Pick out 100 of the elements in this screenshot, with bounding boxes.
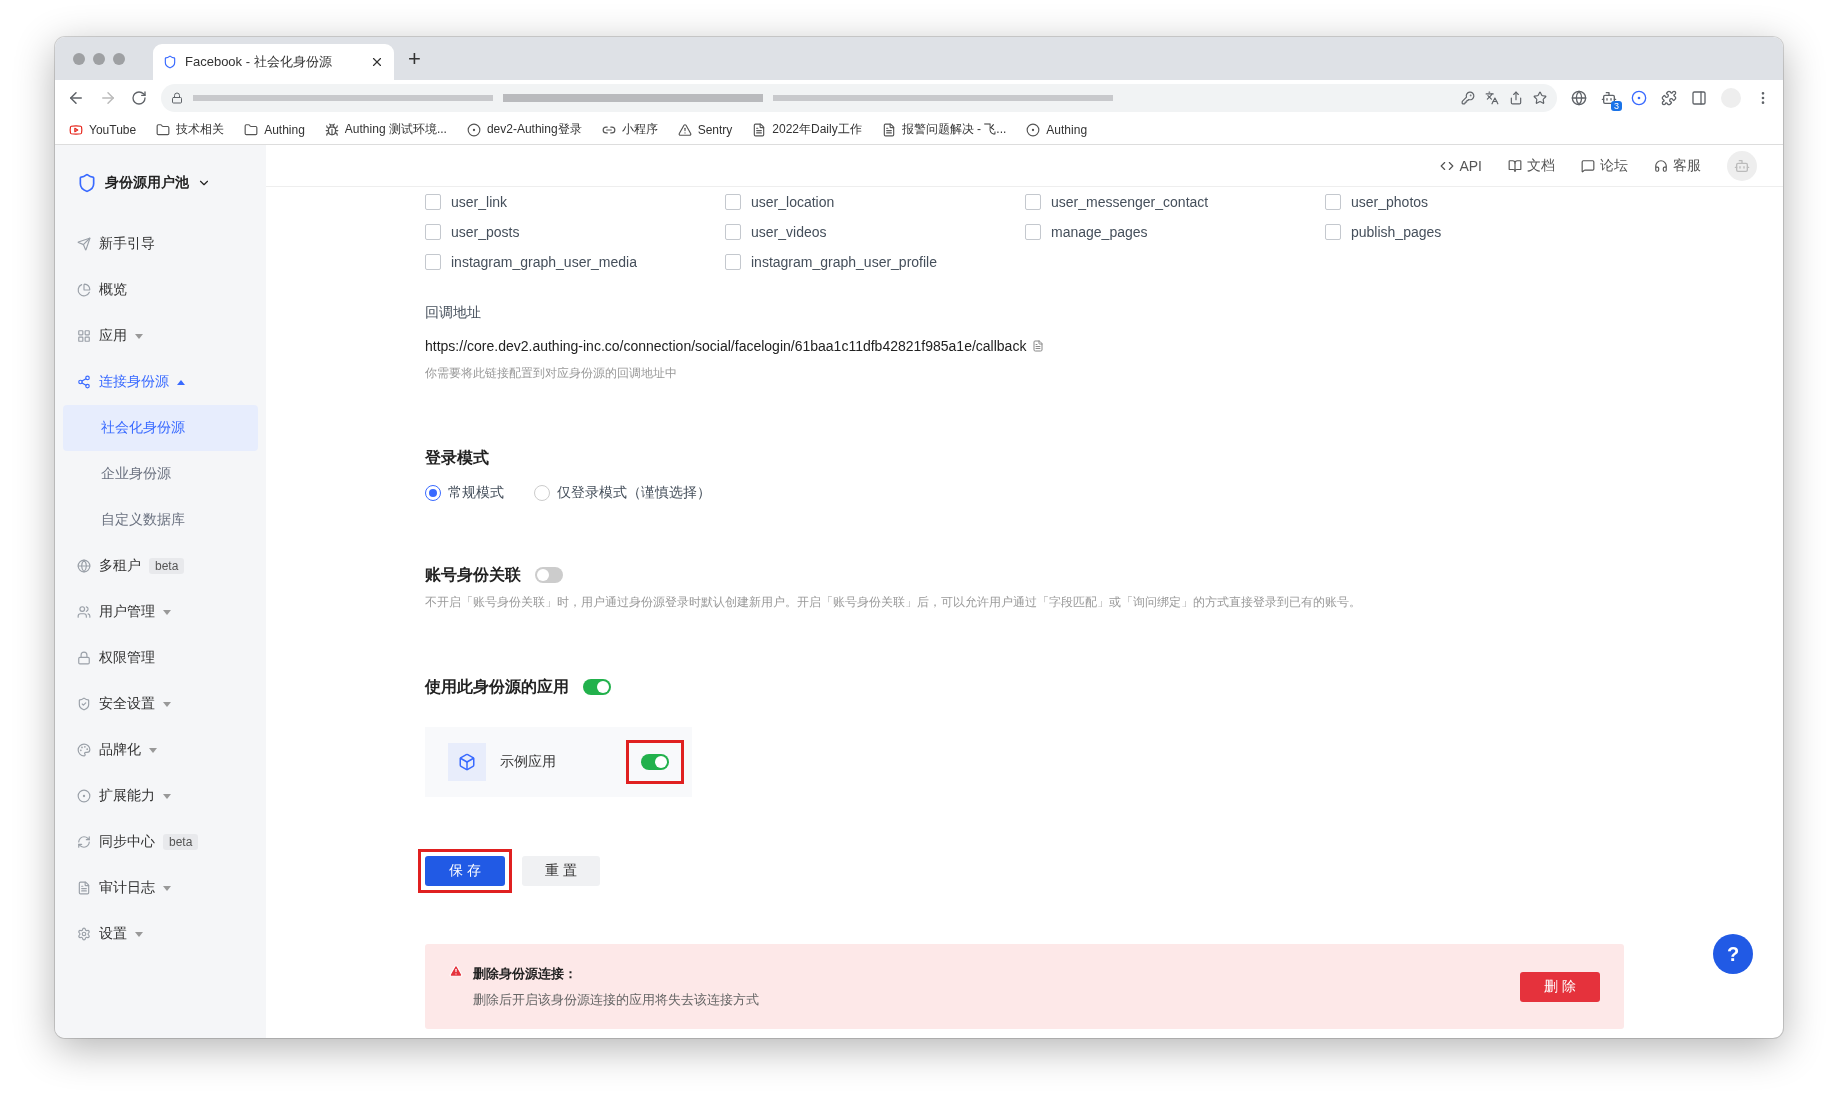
bookmark[interactable]: Authing	[1026, 122, 1088, 137]
close-icon[interactable]	[370, 55, 384, 69]
field-label: 回调地址	[425, 304, 482, 322]
checkbox[interactable]	[725, 194, 741, 210]
sidebar-item[interactable]: 权限管理	[63, 635, 258, 681]
bookmark[interactable]: 2022年Daily工作	[752, 121, 862, 138]
header-link[interactable]: 客服	[1654, 156, 1701, 175]
reset-button[interactable]: 重 置	[522, 856, 600, 886]
send-icon	[77, 237, 91, 251]
section-title: 登录模式	[425, 447, 489, 468]
checkbox[interactable]	[725, 254, 741, 270]
folder-icon	[244, 122, 259, 137]
hint-text: 你需要将此链接配置到对应身份源的回调地址中	[425, 365, 678, 382]
avatar[interactable]	[1727, 150, 1757, 181]
sidebar-item[interactable]: 应用	[63, 313, 258, 359]
sidebar-item[interactable]: 新手引导	[63, 221, 258, 267]
bookmark[interactable]: 报警问题解决 - 飞...	[881, 121, 1007, 138]
scope-checkbox[interactable]: publish_pages	[1325, 217, 1625, 247]
browser-tab[interactable]: Facebook - 社会化身份源	[153, 44, 394, 80]
globe-icon[interactable]	[1571, 89, 1587, 106]
checkbox[interactable]	[1025, 224, 1041, 240]
sidebar-item[interactable]: 多租户 beta	[63, 543, 258, 589]
checkbox[interactable]	[1325, 194, 1341, 210]
bookmark[interactable]: Sentry	[677, 122, 733, 137]
danger-text: 删除后开启该身份源连接的应用将失去该连接方式	[473, 990, 760, 1009]
message-icon	[1581, 158, 1595, 173]
toggle-switch[interactable]	[535, 567, 563, 583]
header-link[interactable]: 文档	[1508, 156, 1555, 175]
lock-icon	[171, 91, 183, 104]
bookmark[interactable]: 小程序	[601, 121, 658, 138]
header-link[interactable]: API	[1440, 157, 1482, 174]
zoom-window-button[interactable]	[113, 52, 125, 65]
checkbox[interactable]	[425, 254, 441, 270]
header-link[interactable]: 论坛	[1581, 156, 1628, 175]
new-tab-button[interactable]: +	[408, 45, 421, 72]
description-text: 不开启「账号身份关联」时，用户通过身份源登录时默认创建新用户。开启「账号身份关联」后，可以允许用户通过「字段匹配」或「询问绑定」的方式直接登录到已有的账号。	[425, 594, 1362, 611]
close-window-button[interactable]	[73, 52, 85, 65]
checkbox[interactable]	[1025, 194, 1041, 210]
document-icon	[881, 122, 896, 137]
settings-icon	[77, 927, 91, 941]
user-pool-name[interactable]: 身份源用户池	[105, 174, 189, 192]
triangle-icon	[677, 122, 692, 137]
sidebar-item[interactable]: 审计日志	[63, 865, 258, 911]
scope-checkbox[interactable]: instagram_graph_user_profile	[725, 247, 1025, 277]
delete-button[interactable]: 删 除	[1520, 971, 1600, 1002]
checkbox[interactable]	[425, 224, 441, 240]
document-icon	[752, 122, 767, 137]
bookmark[interactable]: dev2-Authing登录	[466, 121, 582, 138]
scope-checkbox[interactable]: user_link	[425, 187, 725, 217]
shield-icon	[77, 697, 91, 711]
sidebar-item[interactable]: 品牌化	[63, 727, 258, 773]
bookmark[interactable]: Authing 测试环境...	[324, 121, 447, 138]
headset-icon	[1654, 158, 1668, 173]
save-button[interactable]: 保 存	[425, 856, 505, 886]
toggle-switch[interactable]	[641, 754, 669, 770]
checkbox[interactable]	[1325, 224, 1341, 240]
sidebar-item[interactable]: 连接身份源	[63, 359, 258, 405]
sidebar-item[interactable]: 扩展能力	[63, 773, 258, 819]
toggle-switch[interactable]	[583, 679, 611, 695]
video-icon	[69, 122, 83, 137]
sidebar-subitem[interactable]: 企业身份源	[63, 451, 258, 497]
bug-icon	[324, 122, 339, 137]
scope-checkbox[interactable]: user_photos	[1325, 187, 1625, 217]
scope-checkbox[interactable]: instagram_graph_user_media	[425, 247, 725, 277]
radio-option[interactable]: 仅登录模式（谨慎选择）	[534, 484, 711, 502]
shield-icon	[163, 55, 177, 69]
sidebar-item[interactable]: 设置	[63, 911, 258, 957]
key-icon[interactable]	[1461, 90, 1475, 105]
circle-icon	[466, 122, 481, 137]
sidebar-item[interactable]: 同步中心 beta	[63, 819, 258, 865]
star-icon[interactable]	[1533, 90, 1547, 105]
scope-checkbox[interactable]: user_posts	[425, 217, 725, 247]
checkbox[interactable]	[725, 224, 741, 240]
scope-checkbox[interactable]: user_videos	[725, 217, 1025, 247]
scope-checkbox[interactable]: user_messenger_contact	[1025, 187, 1325, 217]
sidebar-item[interactable]: 概览	[63, 267, 258, 313]
radio-option[interactable]: 常规模式	[425, 484, 504, 502]
scope-checkbox[interactable]: user_location	[725, 187, 1025, 217]
beta-tag: beta	[163, 834, 199, 850]
bookmark[interactable]: 技术相关	[156, 121, 225, 138]
bookmark[interactable]: Authing	[244, 122, 305, 137]
extensions-icon[interactable]	[1661, 89, 1677, 106]
sidebar-item[interactable]: 安全设置	[63, 681, 258, 727]
danger-title: 删除身份源连接：	[473, 964, 578, 983]
bookmark[interactable]: YouTube	[69, 122, 137, 137]
reload-icon[interactable]	[131, 89, 147, 106]
sidebar-item[interactable]: 用户管理	[63, 589, 258, 635]
sidebar-subitem[interactable]: 社会化身份源	[63, 405, 258, 451]
share-icon[interactable]	[1509, 90, 1523, 105]
minimize-window-button[interactable]	[93, 52, 105, 65]
circle-icon[interactable]	[1631, 89, 1647, 106]
side-panel-icon[interactable]	[1691, 89, 1707, 106]
refresh-icon	[77, 835, 91, 849]
checkbox[interactable]	[425, 194, 441, 210]
sidebar-subitem[interactable]: 自定义数据库	[63, 497, 258, 543]
help-button[interactable]: ?	[1713, 934, 1753, 974]
section-title: 使用此身份源的应用	[425, 676, 569, 697]
copy-icon[interactable]	[1032, 340, 1045, 352]
translate-icon[interactable]	[1485, 90, 1499, 105]
scope-checkbox[interactable]: manage_pages	[1025, 217, 1325, 247]
